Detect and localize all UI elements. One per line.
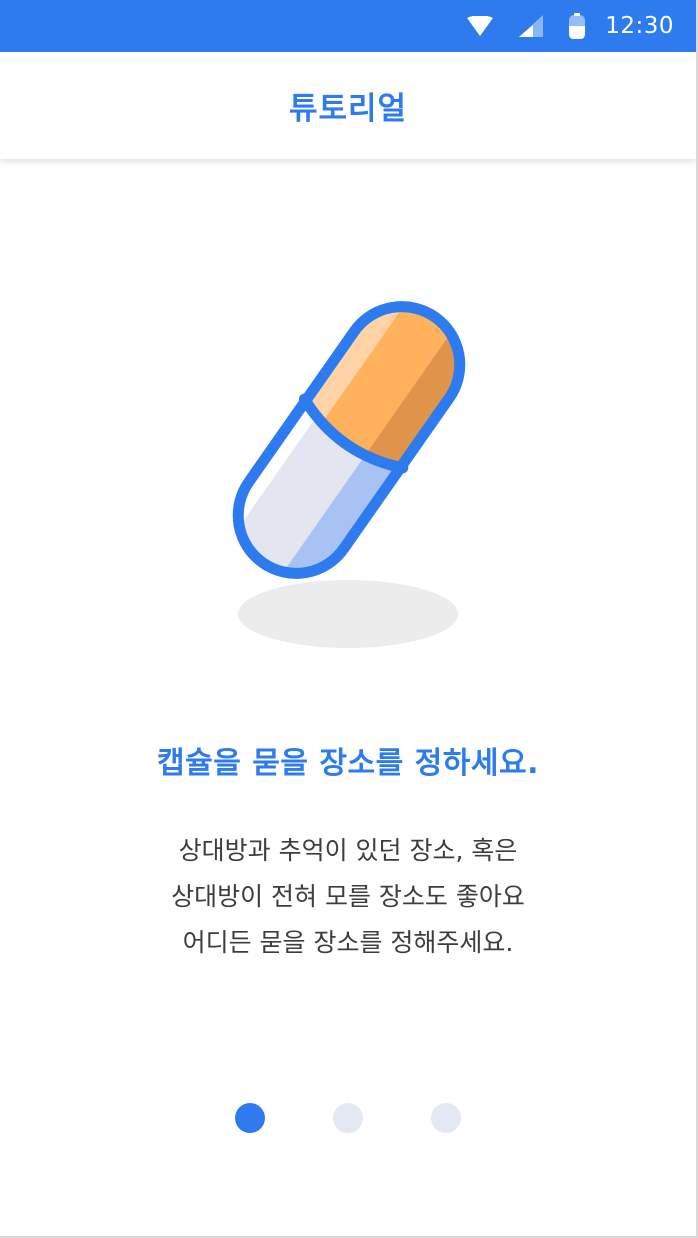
app-title: 튜토리얼	[288, 91, 408, 127]
tutorial-description: 상대방과 추억이 있던 장소, 혹은 상대방이 전혀 모를 장소도 좋아요 어디…	[0, 828, 696, 966]
description-line: 상대방이 전혀 모를 장소도 좋아요	[171, 882, 525, 911]
capsule-shadow	[238, 580, 458, 648]
page-dot-3[interactable]	[431, 1103, 461, 1133]
description-line: 어디든 묻을 장소를 정해주세요.	[182, 928, 514, 957]
tutorial-headline: 캡슐을 묻을 장소를 정하세요.	[157, 746, 539, 781]
page-dot-2[interactable]	[333, 1103, 363, 1133]
app-bar: 튜토리얼	[0, 52, 696, 159]
status-icons: 12:30	[467, 0, 674, 52]
status-time: 12:30	[605, 13, 674, 39]
capsule-icon	[215, 283, 483, 648]
wifi-icon	[467, 16, 494, 36]
description-line: 상대방과 추억이 있던 장소, 혹은	[178, 836, 518, 865]
tutorial-screen: 12:30 튜토리얼 캡슐을 묻을 장소를 정하세요. 상대방과 추억이 있던 …	[0, 0, 698, 1238]
page-indicator	[0, 1103, 696, 1133]
page-dot-1[interactable]	[235, 1103, 265, 1133]
battery-icon	[569, 13, 586, 39]
signal-icon	[519, 15, 544, 37]
status-bar: 12:30	[0, 0, 696, 52]
